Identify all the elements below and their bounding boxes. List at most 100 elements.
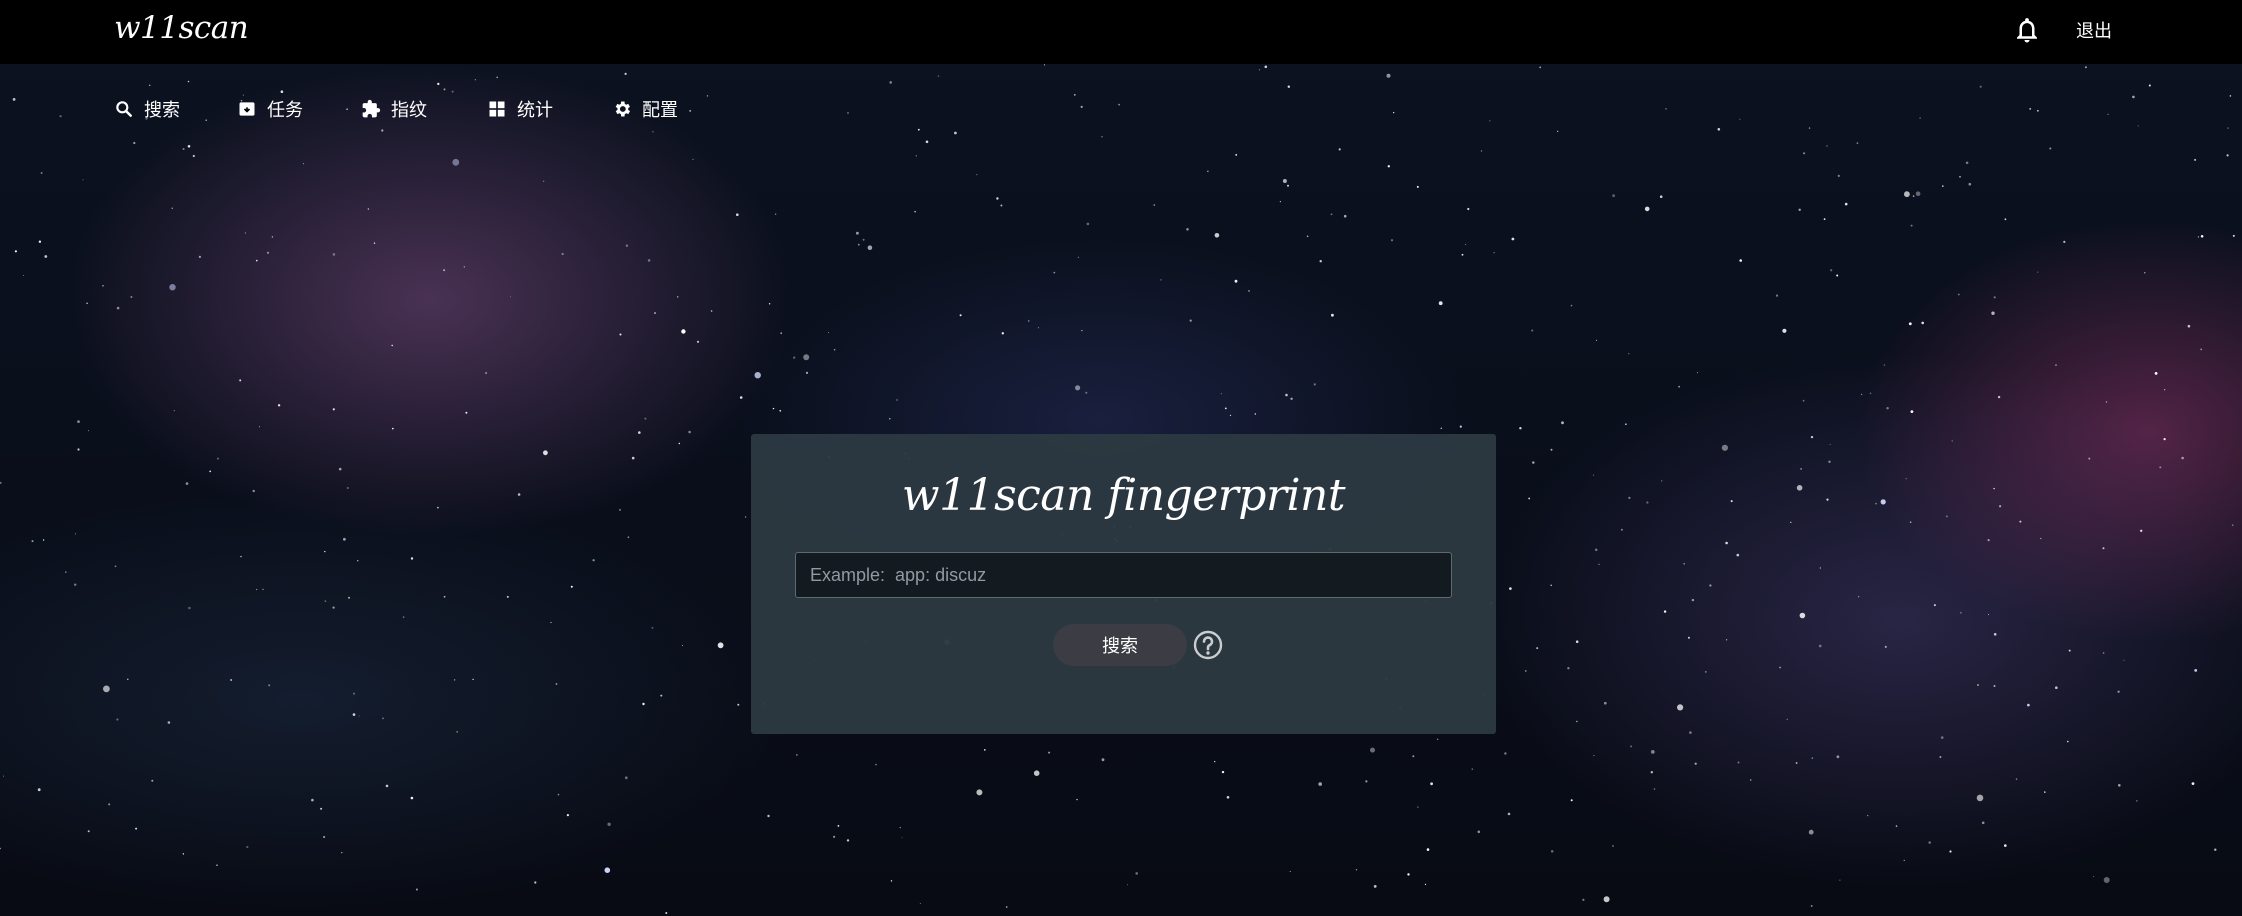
star	[1319, 260, 1322, 263]
star	[1799, 612, 1806, 619]
bell-icon[interactable]	[2012, 14, 2042, 46]
star	[373, 242, 376, 244]
star	[1612, 845, 1614, 847]
star	[341, 852, 343, 854]
app-logo[interactable]: w11scan	[114, 10, 249, 46]
star	[2154, 372, 2158, 375]
star	[1687, 636, 1690, 639]
search-input[interactable]	[795, 552, 1452, 598]
nav-item-statistics[interactable]: 统计	[487, 94, 553, 124]
star	[1677, 704, 1684, 711]
star	[915, 155, 917, 157]
star	[828, 332, 830, 334]
star	[983, 749, 986, 751]
star	[1810, 905, 1813, 907]
star	[443, 269, 445, 272]
star	[37, 788, 41, 792]
star	[1725, 541, 1728, 545]
star	[1076, 798, 1078, 801]
star	[1471, 768, 1474, 770]
star	[1811, 757, 1814, 759]
star	[1598, 563, 1600, 566]
star	[14, 250, 17, 253]
star	[116, 306, 120, 310]
star	[1282, 179, 1287, 183]
star	[890, 880, 893, 882]
star	[1077, 256, 1079, 258]
star	[1426, 848, 1430, 851]
search-button[interactable]: 搜索	[1053, 624, 1187, 666]
gear-icon	[615, 101, 630, 117]
star	[796, 754, 798, 756]
star	[2144, 272, 2146, 274]
star	[644, 417, 647, 420]
star	[1991, 311, 1995, 315]
star	[2163, 438, 2166, 441]
nav-item-fingerprint[interactable]: 指纹	[361, 94, 427, 124]
search-card-title: w11scan fingerprint	[901, 470, 1346, 521]
star	[255, 259, 258, 262]
star	[192, 154, 195, 158]
star	[1085, 391, 1088, 394]
star	[1904, 191, 1910, 198]
star	[1910, 410, 1914, 413]
star	[151, 779, 154, 782]
star	[358, 715, 360, 717]
star	[1844, 202, 1848, 206]
nav-item-tasks[interactable]: 任务	[237, 94, 303, 124]
star	[678, 442, 680, 445]
star	[1550, 448, 1553, 451]
star	[696, 340, 700, 343]
star	[2164, 389, 2166, 391]
star	[2105, 401, 2108, 403]
star	[1254, 413, 1257, 415]
star	[1867, 814, 1869, 817]
star	[271, 236, 274, 238]
star	[167, 721, 171, 724]
star	[1857, 596, 1860, 598]
help-icon[interactable]	[1192, 629, 1224, 661]
star	[303, 163, 305, 165]
star	[1957, 293, 1960, 296]
star	[1795, 762, 1798, 764]
star	[1504, 752, 1507, 755]
star	[1365, 780, 1368, 783]
logout-button[interactable]: 退出	[2076, 17, 2112, 43]
star	[2088, 457, 2091, 460]
star	[2123, 659, 2125, 661]
star	[323, 836, 326, 838]
star	[1819, 567, 1821, 569]
star	[385, 784, 389, 788]
star	[1884, 645, 1887, 649]
star	[1823, 218, 1826, 221]
star	[780, 332, 783, 335]
star	[1570, 304, 1573, 307]
star	[1678, 385, 1680, 388]
star	[1532, 461, 1535, 464]
star	[1153, 204, 1156, 206]
nav-item-search[interactable]: 搜索	[114, 94, 180, 124]
star	[774, 213, 777, 215]
star	[543, 450, 548, 456]
star	[1928, 841, 1931, 844]
star	[1550, 850, 1554, 853]
star	[862, 238, 865, 241]
star	[171, 207, 173, 209]
star	[1604, 701, 1607, 705]
star	[1001, 332, 1004, 335]
star	[437, 506, 439, 509]
star	[1570, 799, 1573, 802]
star	[1467, 207, 1470, 211]
star	[391, 344, 394, 347]
star	[2004, 218, 2007, 221]
star	[914, 211, 916, 213]
star	[510, 296, 511, 298]
star	[833, 835, 836, 838]
star	[1221, 770, 1225, 774]
star	[717, 642, 724, 649]
star	[1477, 830, 1481, 834]
star	[1235, 154, 1238, 156]
nav-item-settings[interactable]: 配置	[612, 94, 678, 124]
star	[2063, 240, 2066, 243]
star	[1828, 460, 1831, 463]
